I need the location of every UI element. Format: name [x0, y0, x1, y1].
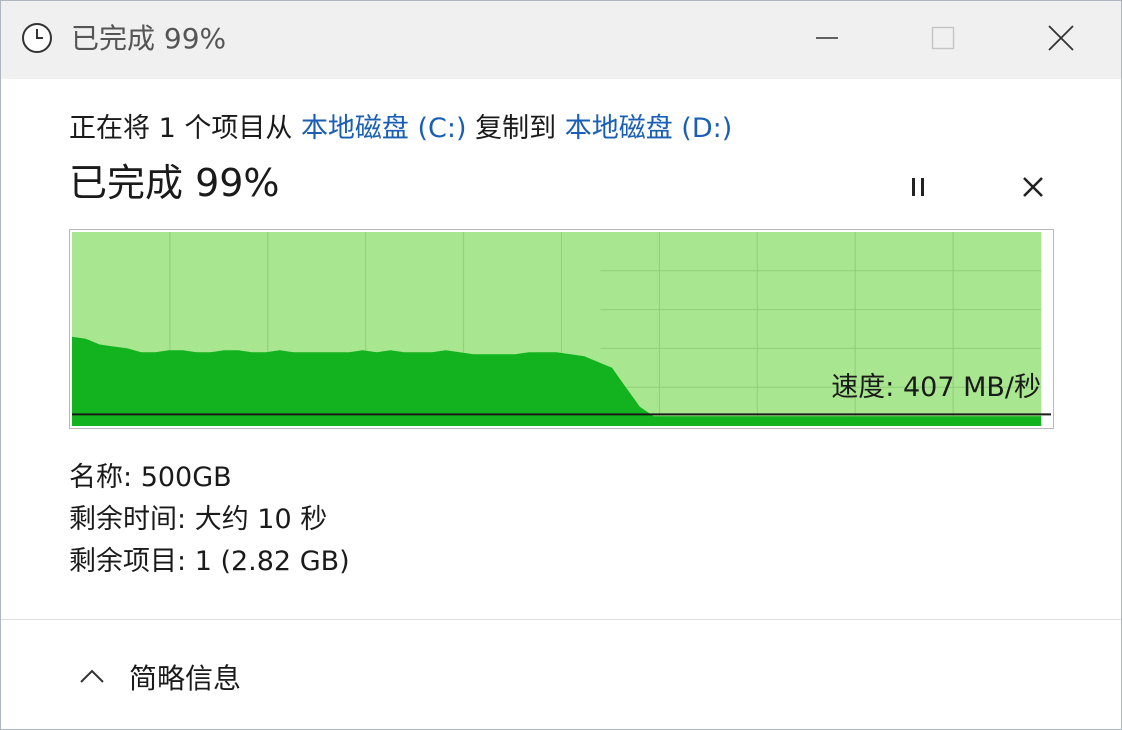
fewer-details-toggle[interactable]: 简略信息 [77, 653, 241, 701]
items-remaining-value: 1 (2.82 GB) [194, 546, 350, 577]
copy-summary: 正在将 1 个项目从 本地磁盘 (C:) 复制到 本地磁盘 (D:) [69, 109, 732, 149]
title-bar[interactable]: 已完成 99% [1, 1, 1121, 79]
source-drive-link[interactable]: 本地磁盘 (C:) [301, 113, 467, 144]
pause-icon [906, 175, 930, 203]
items-remaining-label: 剩余项目: [69, 546, 187, 577]
minimize-icon [815, 26, 839, 54]
minimize-button[interactable] [777, 1, 877, 79]
summary-middle: 复制到 [466, 113, 565, 144]
copy-dialog: 已完成 99% 正在将 1 个项目从 本地磁盘 (C:) 复制到 本地磁盘 (D… [0, 0, 1122, 730]
close-icon [1022, 176, 1044, 202]
name-label: 名称: [69, 462, 133, 493]
transfer-details: 名称: 500GB 剩余时间: 大约 10 秒 剩余项目: 1 (2.82 GB… [69, 457, 350, 583]
fewer-details-label: 简略信息 [129, 662, 242, 695]
destination-drive-link[interactable]: 本地磁盘 (D:) [565, 113, 733, 144]
maximize-icon [931, 26, 955, 54]
maximize-button[interactable] [893, 1, 993, 79]
clock-icon [21, 22, 53, 54]
time-remaining-label: 剩余时间: [69, 504, 187, 535]
chevron-up-icon [77, 662, 107, 692]
items-remaining-row: 剩余项目: 1 (2.82 GB) [69, 541, 350, 583]
progress-percent-label: 已完成 99% [69, 161, 280, 205]
close-button[interactable] [1011, 1, 1111, 79]
pause-button[interactable] [894, 169, 942, 209]
close-icon [1047, 24, 1075, 56]
time-remaining-row: 剩余时间: 大约 10 秒 [69, 499, 350, 541]
speed-graph: 速度: 407 MB/秒 [69, 229, 1054, 429]
window-title: 已完成 99% [71, 22, 227, 55]
footer-divider [1, 619, 1121, 620]
name-row: 名称: 500GB [69, 457, 350, 499]
time-remaining-value: 大约 10 秒 [194, 504, 328, 535]
summary-prefix: 正在将 1 个项目从 [69, 113, 301, 144]
name-value: 500GB [140, 462, 232, 493]
speed-label: 速度: 407 MB/秒 [831, 372, 1041, 403]
cancel-copy-button[interactable] [1009, 169, 1057, 209]
